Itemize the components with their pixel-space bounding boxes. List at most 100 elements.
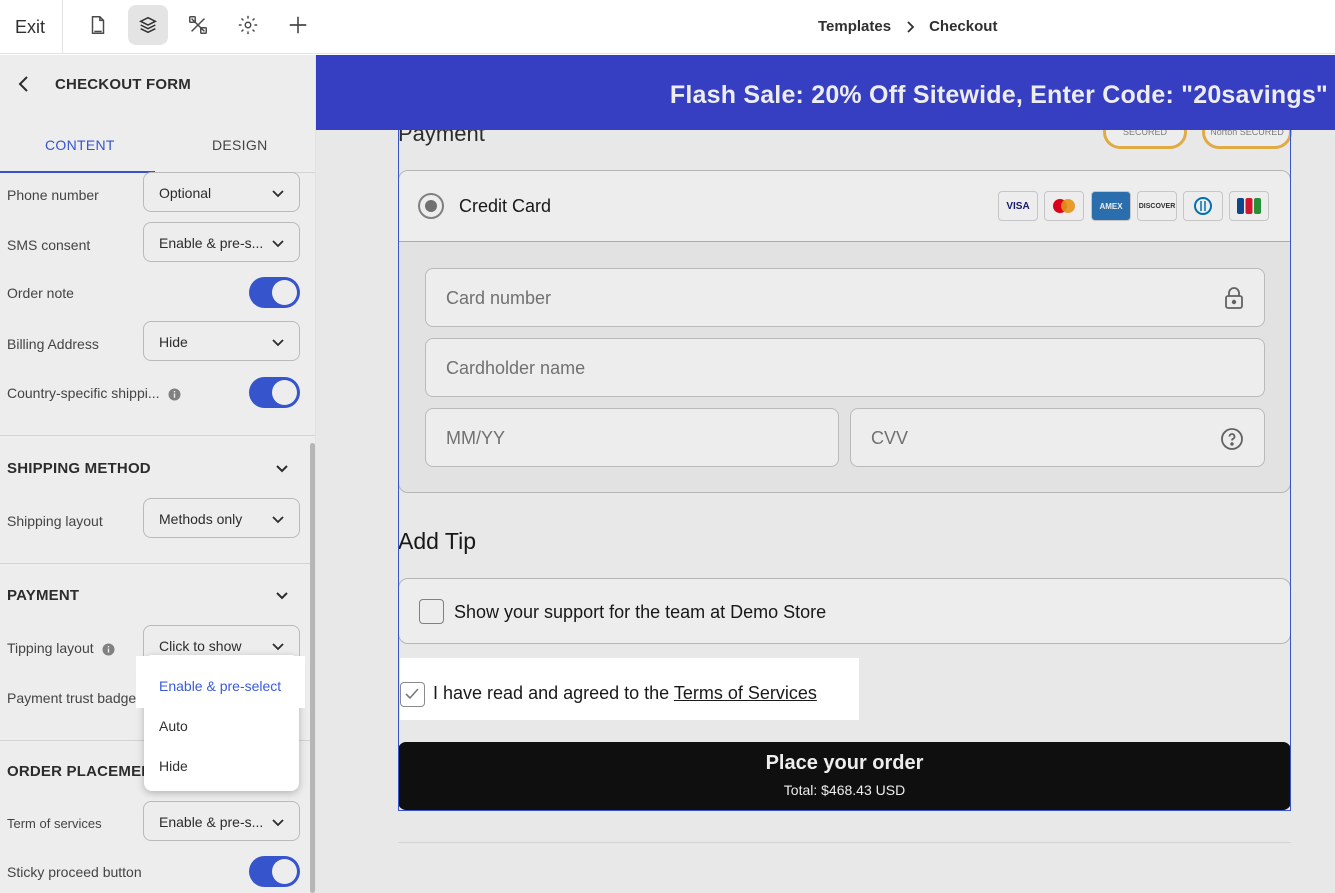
phone-number-row: Phone number Optional xyxy=(0,172,315,218)
toolbar-divider xyxy=(62,0,63,54)
term-of-services-select[interactable]: Enable & pre-s... xyxy=(143,801,300,841)
tipping-layout-value: Click to show xyxy=(159,638,242,654)
cvv-input[interactable]: CVV xyxy=(850,408,1265,467)
breadcrumb-checkout: Checkout xyxy=(929,18,998,35)
sidebar-tabs: CONTENT DESIGN xyxy=(0,121,315,173)
country-shipping-label: Country-specific shippi... xyxy=(7,385,181,401)
country-shipping-text: Country-specific shippi... xyxy=(7,385,160,401)
footer-divider xyxy=(398,842,1291,843)
sms-consent-select[interactable]: Enable & pre-s... xyxy=(143,222,300,262)
sticky-proceed-toggle[interactable] xyxy=(249,856,300,887)
banner-text: Flash Sale: 20% Off Sitewide, Enter Code… xyxy=(669,81,1328,109)
shipping-layout-select[interactable]: Methods only xyxy=(143,498,300,538)
place-order-button[interactable]: Place your order Total: $468.43 USD xyxy=(398,742,1291,810)
tip-checkbox[interactable] xyxy=(419,599,444,624)
tip-label: Show your support for the team at Demo S… xyxy=(454,602,827,622)
sms-consent-value: Enable & pre-s... xyxy=(159,235,264,251)
layers-icon[interactable] xyxy=(128,5,168,45)
amex-icon: AMEX xyxy=(1091,191,1131,221)
shipping-layout-value: Methods only xyxy=(159,511,243,527)
payment-trust-badges-label: Payment trust badges xyxy=(7,690,144,706)
page-icon[interactable] xyxy=(78,5,118,45)
terms-highlight: I have read and agreed to the Terms of S… xyxy=(400,658,859,720)
chevron-down-icon xyxy=(271,815,285,829)
country-shipping-toggle[interactable] xyxy=(249,377,300,408)
shipping-layout-row: Shipping layout Methods only xyxy=(0,498,315,544)
dropdown-option-hide[interactable]: Hide xyxy=(159,758,188,774)
chevron-down-icon xyxy=(271,335,285,349)
credit-card-radio[interactable] xyxy=(418,193,444,219)
breadcrumb-templates[interactable]: Templates xyxy=(818,18,891,35)
payment-method-box: Credit Card VISA AMEX DISCOVER Card numb… xyxy=(398,170,1291,493)
sms-consent-row: SMS consent Enable & pre-s... xyxy=(0,222,315,268)
shipping-method-heading: SHIPPING METHOD xyxy=(7,460,151,477)
place-order-label: Place your order xyxy=(765,752,924,774)
sidebar-header: CHECKOUT FORM xyxy=(0,55,315,113)
exit-button[interactable]: Exit xyxy=(15,17,45,38)
add-icon[interactable] xyxy=(278,5,318,45)
toggle-knob xyxy=(272,859,297,884)
dropdown-option-enable-preselect[interactable]: Enable & pre-select xyxy=(159,678,281,694)
info-icon[interactable] xyxy=(168,388,181,401)
card-number-input[interactable]: Card number xyxy=(425,268,1265,327)
toggle-knob xyxy=(272,280,297,305)
credit-card-label: Credit Card xyxy=(459,196,552,216)
checkout-preview: Payment SECURED Norton SECURED Flash Sal… xyxy=(316,55,1335,893)
order-note-label: Order note xyxy=(7,285,74,301)
dropdown-option-auto[interactable]: Auto xyxy=(159,718,188,734)
phone-number-label: Phone number xyxy=(7,187,99,203)
terms-dropdown-menu: Enable & pre-select Auto Hide xyxy=(136,655,305,791)
tipping-layout-text: Tipping layout xyxy=(7,640,94,656)
shipping-layout-label: Shipping layout xyxy=(7,513,103,529)
lock-icon xyxy=(1224,287,1244,309)
phone-number-select[interactable]: Optional xyxy=(143,172,300,212)
chevron-right-icon xyxy=(905,20,915,33)
term-of-services-value: Enable & pre-s... xyxy=(159,814,264,830)
info-icon[interactable] xyxy=(102,643,115,656)
cvv-placeholder: CVV xyxy=(871,428,909,448)
payment-heading: PAYMENT xyxy=(7,587,80,604)
mastercard-icon xyxy=(1044,191,1084,221)
section-divider xyxy=(0,435,315,436)
billing-address-row: Billing Address Hide xyxy=(0,321,315,367)
country-shipping-row: Country-specific shippi... xyxy=(0,376,315,422)
discover-icon: DISCOVER xyxy=(1137,191,1177,221)
chevron-down-icon xyxy=(271,639,285,653)
cardholder-name-input[interactable]: Cardholder name xyxy=(425,338,1265,397)
settings-icon[interactable] xyxy=(228,5,268,45)
tip-option-box[interactable]: Show your support for the team at Demo S… xyxy=(398,578,1291,644)
back-arrow-icon[interactable] xyxy=(16,75,32,93)
diners-icon xyxy=(1183,191,1223,221)
order-placement-heading: ORDER PLACEMENT xyxy=(7,763,162,780)
chevron-down-icon xyxy=(271,512,285,526)
terms-prefix: I have read and agreed to the xyxy=(433,683,674,703)
tab-content[interactable]: CONTENT xyxy=(45,137,115,153)
order-note-toggle[interactable] xyxy=(249,277,300,308)
billing-address-label: Billing Address xyxy=(7,336,99,352)
term-of-services-row: Term of services Enable & pre-s... xyxy=(0,794,315,848)
visa-text: VISA xyxy=(1006,200,1030,212)
sticky-proceed-label: Sticky proceed button xyxy=(7,864,142,880)
term-of-services-label: Term of services xyxy=(7,816,102,831)
chevron-down-icon[interactable] xyxy=(274,589,290,603)
chevron-down-icon xyxy=(271,236,285,250)
card-number-placeholder: Card number xyxy=(446,288,552,308)
order-note-row: Order note xyxy=(0,276,315,322)
billing-address-select[interactable]: Hide xyxy=(143,321,300,361)
sidebar-scrollbar[interactable] xyxy=(310,443,315,893)
expiry-input[interactable]: MM/YY xyxy=(425,408,839,467)
add-tip-title: Add Tip xyxy=(398,528,476,554)
tipping-layout-label: Tipping layout xyxy=(7,640,115,656)
chevron-down-icon[interactable] xyxy=(274,462,290,476)
sidebar-title: CHECKOUT FORM xyxy=(55,76,191,93)
tools-icon[interactable] xyxy=(178,5,218,45)
terms-link[interactable]: Terms of Services xyxy=(674,683,817,703)
terms-checkbox[interactable] xyxy=(400,682,425,707)
amex-text: AMEX xyxy=(1099,201,1123,211)
tab-design[interactable]: DESIGN xyxy=(212,137,267,153)
help-circle-icon[interactable] xyxy=(1220,427,1244,451)
flash-sale-banner: Flash Sale: 20% Off Sitewide, Enter Code… xyxy=(316,55,1335,130)
billing-address-value: Hide xyxy=(159,334,188,350)
breadcrumb: Templates Checkout xyxy=(818,18,997,35)
credit-card-option[interactable]: Credit Card VISA AMEX DISCOVER xyxy=(399,171,1290,242)
